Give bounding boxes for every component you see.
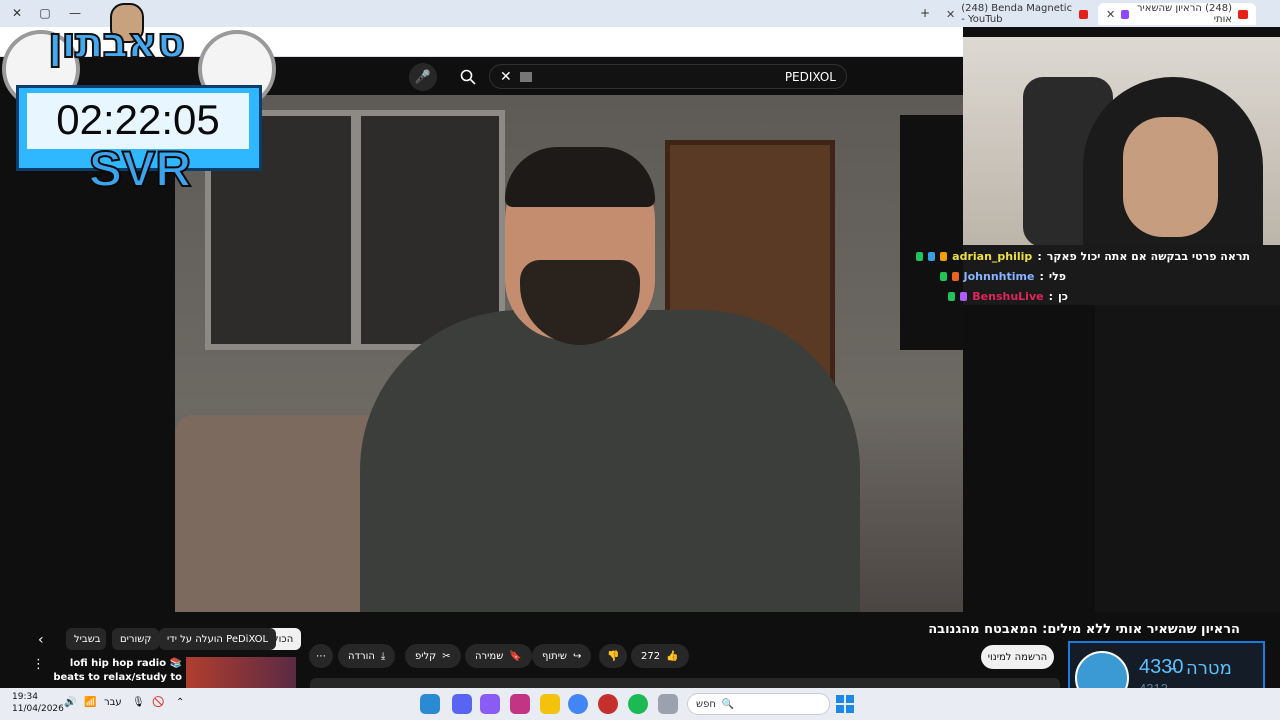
subscribe-button[interactable]: הרשמה למינוי <box>981 645 1054 669</box>
tab-title: (248) הראיון שהשאיר אותי <box>1136 3 1232 25</box>
chevron-left-icon[interactable]: ‹ <box>38 632 44 648</box>
app-icon[interactable] <box>480 694 500 714</box>
youtube-favicon-icon <box>1079 9 1088 19</box>
taskbar-clock[interactable]: 19:34 11/04/2026 <box>12 691 64 715</box>
share-label: שיתוף <box>542 650 568 662</box>
tab-close-icon[interactable]: ✕ <box>946 8 955 21</box>
twitch-icon <box>1121 9 1129 19</box>
taskbar-search[interactable]: 🔍 חפש <box>687 693 830 715</box>
badge-icon <box>928 252 936 261</box>
subathon-timer: 02:22:05 <box>56 96 220 143</box>
mute-icon[interactable]: 🚫 <box>152 697 164 708</box>
search-input[interactable]: ✕ PEDIXOL <box>489 64 847 89</box>
badge-icon <box>940 252 948 261</box>
windows-start-icon[interactable] <box>836 695 854 713</box>
search-icon: 🔍 <box>721 698 735 710</box>
video-player[interactable] <box>175 95 963 612</box>
tab-title: (248) Benda Magnetic - YouTub <box>961 3 1073 25</box>
like-button[interactable]: 272 👍 <box>631 644 689 668</box>
file-explorer-icon[interactable] <box>658 694 678 714</box>
stream-logo: סאבתון <box>47 17 186 68</box>
save-button[interactable]: שמירה 🔖 <box>465 644 532 668</box>
scissors-icon: ✂ <box>442 650 451 662</box>
telegram-icon[interactable] <box>420 694 440 714</box>
thumbs-up-icon: 👍 <box>666 650 679 662</box>
text-cursor <box>519 71 532 82</box>
webcam-feed <box>963 37 1280 245</box>
chip-related[interactable]: קשורים <box>112 628 160 650</box>
share-button[interactable]: שיתוף ↪ <box>532 644 592 668</box>
chevron-up-icon[interactable]: ⌃ <box>176 697 184 708</box>
chat-message-text: פלי <box>1048 270 1066 283</box>
chat-message-text: כן <box>1057 290 1068 303</box>
discord-icon[interactable] <box>452 694 472 714</box>
badge-icon <box>951 272 959 281</box>
share-icon: ↪ <box>573 650 582 662</box>
stream-overlay: סאבתון 02:22:05 SVR <box>0 0 280 200</box>
network-icon[interactable]: 📶 <box>84 697 96 708</box>
bookmark-icon: 🔖 <box>509 650 522 662</box>
tab-close-icon[interactable]: ✕ <box>1106 8 1115 21</box>
description-box[interactable] <box>310 678 1060 688</box>
more-actions-button[interactable]: ⋯ <box>309 644 333 668</box>
like-count: 272 <box>641 650 661 662</box>
chat-message: תראה פרטי בבקשה אם אתה יכול פאקר : adria… <box>916 250 1250 263</box>
clip-button[interactable]: קליפ ✂ <box>405 644 461 668</box>
badge-icon <box>916 252 924 261</box>
chat-message: פלי : Johnnhtime <box>939 270 1066 283</box>
obs-icon[interactable] <box>598 694 618 714</box>
time-text: 19:34 <box>12 692 38 702</box>
download-button[interactable]: הורדה ⤓ <box>338 644 396 668</box>
input-language[interactable]: עבר <box>104 697 122 708</box>
save-label: שמירה <box>475 650 504 662</box>
dislike-button[interactable]: 👎 <box>599 644 628 668</box>
chat-username: Johnnhtime <box>963 270 1035 283</box>
search-query: PEDIXOL <box>784 69 836 84</box>
search-icon[interactable] <box>454 63 482 91</box>
search-placeholder: חפש <box>696 698 716 710</box>
video-person-hair <box>505 147 655 207</box>
clear-search-icon[interactable]: ✕ <box>500 69 512 85</box>
video-tv <box>900 115 963 350</box>
video-person <box>360 310 860 612</box>
more-icon: ⋯ <box>316 650 326 662</box>
spotify-icon[interactable] <box>628 694 648 714</box>
app-icon[interactable] <box>540 694 560 714</box>
goal-label: מטרה <box>1186 658 1232 679</box>
voice-search-icon[interactable]: 🎤 <box>409 63 437 91</box>
new-tab-icon[interactable]: + <box>916 4 934 22</box>
volume-icon[interactable]: 🔊 <box>64 697 76 708</box>
goal-current: 4330 <box>1139 656 1184 678</box>
youtube-favicon-icon <box>1237 9 1248 19</box>
chat-username: BenshuLive <box>972 290 1044 303</box>
recommendation-title[interactable]: lofi hip hop radio 📚 beats to relax/stud… <box>52 657 182 685</box>
clip-label: קליפ <box>415 650 437 662</box>
microphone-icon[interactable]: 🎙 <box>132 697 145 708</box>
chat-panel-background <box>1095 305 1280 640</box>
date-text: 11/04/2026 <box>12 704 64 714</box>
download-icon: ⤓ <box>380 650 386 662</box>
video-title: הראיון שהשאיר אותי ללא מילים: המאבטח מהג… <box>928 622 1240 637</box>
svr-tag: SVR <box>88 140 193 198</box>
chat-message-text: תראה פרטי בבקשה אם אתה יכול פאקר <box>1046 250 1250 263</box>
thumbs-down-icon: 👎 <box>607 650 620 662</box>
instagram-icon[interactable] <box>510 694 530 714</box>
webcam-face <box>1123 117 1218 237</box>
badge-icon <box>948 292 956 301</box>
more-vert-icon[interactable]: ⋮ <box>32 657 45 672</box>
chat-message: כן : BenshuLive <box>948 290 1068 303</box>
chip-uploaded-by[interactable]: הועלה על ידי PeDiXOL <box>159 628 277 650</box>
download-label: הורדה <box>348 650 375 662</box>
tab-interview[interactable]: ✕ (248) הראיון שהשאיר אותי <box>1098 3 1256 25</box>
chip-for-you[interactable]: בשביל <box>66 628 106 650</box>
badge-icon <box>960 292 968 301</box>
badge-icon <box>939 272 947 281</box>
tab-benda-magnetic[interactable]: ✕ (248) Benda Magnetic - YouTub <box>938 3 1096 25</box>
chat-username: adrian_philip <box>952 250 1033 263</box>
recommendation-thumbnail[interactable] <box>186 657 296 688</box>
chrome-icon[interactable] <box>568 694 588 714</box>
